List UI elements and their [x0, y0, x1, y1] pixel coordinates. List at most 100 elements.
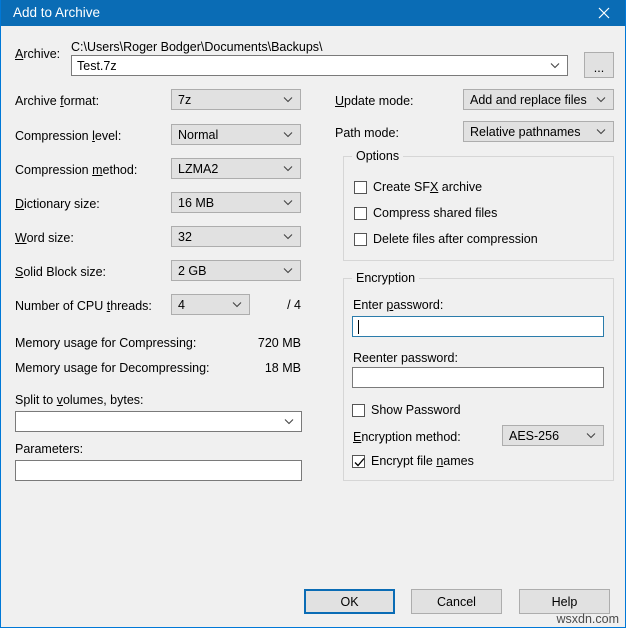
add-to-archive-dialog: Add to Archive Archive: C:\Users\Roger B…: [0, 0, 626, 628]
encryption-method-label: Encryption method:: [353, 430, 461, 445]
cpu-threads-label: Number of CPU threads:: [15, 299, 152, 314]
path-mode-label: Path mode:: [335, 126, 399, 140]
compression-method-combo[interactable]: LZMA2: [171, 158, 301, 179]
cpu-threads-total: / 4: [287, 298, 301, 312]
lbl-pre: Compress shared files: [373, 206, 498, 220]
checkbox-create-sfx-archive[interactable]: Create SFX archive: [354, 180, 482, 195]
lbl-pre: Delete files after compression: [373, 232, 538, 246]
path-mode-combo[interactable]: Relative pathnames: [463, 121, 614, 142]
reenter-password-label: Reenter password:: [353, 351, 458, 365]
title-bar: Add to Archive: [1, 0, 625, 26]
chevron-down-icon: [283, 193, 293, 212]
checkbox-box: [352, 404, 365, 417]
checkbox-encrypt-file-names[interactable]: Encrypt file names: [352, 454, 474, 469]
close-glyph: [598, 7, 610, 19]
lbl-post: ormat:: [63, 94, 100, 108]
encryption-group: Encryption Enter password: Reenter passw…: [343, 271, 614, 481]
compression-level-combo[interactable]: Normal: [171, 124, 301, 145]
archive-format-combo[interactable]: 7z: [171, 89, 301, 110]
path-mode-value: Relative pathnames: [470, 125, 581, 139]
checkbox-show-password[interactable]: Show Password: [352, 403, 461, 418]
dictionary-size-value: 16 MB: [178, 196, 215, 210]
cancel-button[interactable]: Cancel: [411, 589, 502, 614]
lbl-pre: Archive: [15, 94, 61, 108]
checkbox-label: Delete files after compression: [373, 232, 538, 247]
checkbox-box: [352, 455, 365, 468]
lbl-accel: D: [15, 197, 25, 211]
watermark: wsxdn.com: [556, 612, 619, 626]
lbl-pre: Number of CPU: [15, 299, 107, 313]
chevron-down-icon: [284, 412, 294, 431]
lbl-post: olid Block size:: [23, 265, 107, 279]
memory-compress-value: 720 MB: [257, 336, 301, 350]
checkbox-box: [354, 181, 367, 194]
archive-format-value: 7z: [178, 93, 192, 107]
encryption-group-title: Encryption: [352, 271, 420, 286]
checkbox-delete-files-after-compression[interactable]: Delete files after compression: [354, 232, 538, 247]
reenter-password-input[interactable]: [352, 367, 604, 388]
chevron-down-icon: [283, 159, 293, 178]
lbl-pre: Create SF: [373, 180, 430, 194]
lbl-post: ord size:: [26, 231, 74, 245]
lbl-accel: U: [335, 94, 345, 108]
word-size-label: Word size:: [15, 231, 74, 246]
ok-button[interactable]: OK: [304, 589, 395, 614]
chevron-down-icon: [283, 125, 293, 144]
encryption-method-combo[interactable]: AES-256: [502, 425, 604, 446]
memory-compress-label: Memory usage for Compressing:: [15, 336, 197, 350]
split-volumes-label: Split to volumes, bytes:: [15, 393, 144, 408]
lbl-post: ethod:: [102, 163, 138, 177]
solid-block-size-value: 2 GB: [178, 264, 207, 278]
chevron-down-icon: [283, 261, 293, 280]
options-group: Options Create SFX archive Compress shar…: [343, 149, 614, 261]
lbl-pre: Compression: [15, 129, 93, 143]
dictionary-size-label: Dictionary size:: [15, 197, 100, 212]
lbl-post: assword:: [393, 298, 444, 312]
update-mode-value: Add and replace files: [470, 93, 587, 107]
cpu-threads-value: 4: [178, 298, 185, 312]
lbl-post: archive: [438, 180, 483, 194]
lbl-post: pdate mode:: [344, 94, 414, 108]
enter-password-input[interactable]: [352, 316, 604, 337]
archive-label: Archive:: [15, 47, 60, 62]
compression-method-value: LZMA2: [178, 162, 219, 176]
close-icon[interactable]: [581, 0, 625, 26]
chevron-down-icon: [596, 90, 606, 109]
lbl-accel: W: [15, 231, 27, 245]
chevron-down-icon: [596, 122, 606, 141]
split-volumes-combo[interactable]: [15, 411, 302, 432]
parameters-label: Parameters:: [15, 442, 84, 456]
parameters-input[interactable]: [15, 460, 302, 481]
checkbox-compress-shared-files[interactable]: Compress shared files: [354, 206, 497, 221]
lbl-post: ames: [443, 454, 474, 468]
lbl-post: olumes, bytes:: [62, 393, 144, 407]
lbl-accel: m: [92, 163, 103, 177]
lbl-pre: Compression: [15, 163, 93, 177]
word-size-value: 32: [178, 230, 192, 244]
lbl-post: hreads:: [110, 299, 152, 313]
update-mode-label: Update mode:: [335, 94, 414, 109]
checkbox-label: Encrypt file names: [371, 454, 474, 469]
chevron-down-icon: [283, 90, 293, 109]
check-icon: [354, 458, 365, 467]
dictionary-size-combo[interactable]: 16 MB: [171, 192, 301, 213]
archive-name-value: Test.7z: [77, 59, 117, 73]
text-caret: [358, 320, 359, 334]
memory-decompress-value: 18 MB: [264, 361, 301, 375]
compression-level-label: Compression level:: [15, 129, 121, 144]
word-size-combo[interactable]: 32: [171, 226, 301, 247]
help-button[interactable]: Help: [519, 589, 610, 614]
archive-label-rest: rchive:: [23, 47, 61, 61]
archive-name-combo[interactable]: Test.7z: [71, 55, 568, 76]
chevron-down-icon: [550, 56, 560, 75]
browse-button[interactable]: ...: [584, 52, 614, 78]
checkbox-box: [354, 233, 367, 246]
chevron-down-icon: [283, 227, 293, 246]
encryption-method-value: AES-256: [509, 429, 560, 443]
checkbox-label: Compress shared files: [373, 206, 497, 221]
cpu-threads-combo[interactable]: 4: [171, 294, 250, 315]
update-mode-combo[interactable]: Add and replace files: [463, 89, 614, 110]
checkbox-box: [354, 207, 367, 220]
solid-block-size-combo[interactable]: 2 GB: [171, 260, 301, 281]
solid-block-size-label: Solid Block size:: [15, 265, 106, 280]
